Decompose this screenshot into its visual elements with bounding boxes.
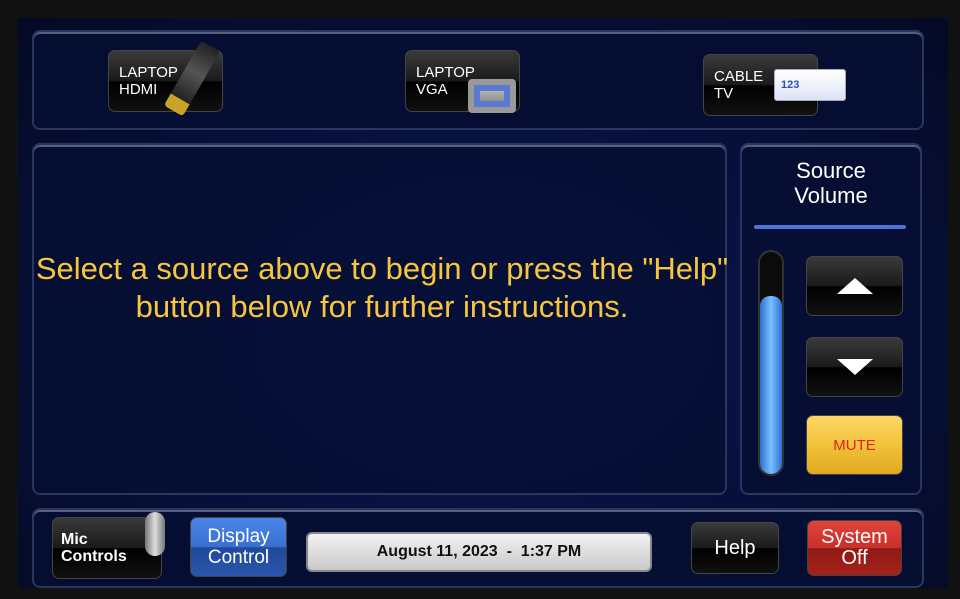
source-laptop-hdmi-button[interactable]: LAPTOP HDMI	[108, 40, 223, 117]
display-control-button[interactable]: Display Control	[190, 517, 287, 577]
volume-level-fill	[760, 296, 782, 474]
mic-controls-label: Mic Controls	[61, 531, 127, 565]
system-off-button[interactable]: System Off	[807, 520, 902, 576]
source-label: CABLE TV	[714, 68, 764, 102]
source-cable-tv-button[interactable]: CABLE TV 123	[703, 54, 846, 116]
source-laptop-vga-button[interactable]: LAPTOP VGA	[405, 50, 520, 113]
volume-up-button[interactable]	[806, 256, 903, 316]
display-control-label: Display Control	[207, 526, 270, 568]
volume-title: Source Volume	[794, 158, 868, 208]
volume-divider	[754, 225, 906, 229]
source-label: LAPTOP HDMI	[119, 64, 178, 98]
instruction-message: Select a source above to begin or press …	[35, 251, 729, 324]
help-button[interactable]: Help	[691, 522, 779, 574]
date-time-text: August 11, 2023 - 1:37 PM	[376, 543, 582, 560]
microphone-icon	[145, 512, 165, 556]
mute-button[interactable]: MUTE	[806, 415, 903, 475]
arrow-up-icon	[836, 278, 873, 294]
date-time-display: August 11, 2023 - 1:37 PM	[306, 532, 652, 572]
help-label: Help	[714, 536, 756, 559]
volume-down-button[interactable]	[806, 337, 903, 397]
source-label: LAPTOP VGA	[416, 64, 475, 98]
cable-box-icon: 123	[774, 69, 846, 101]
vga-cable-icon	[468, 79, 516, 113]
mute-label: MUTE	[833, 436, 876, 454]
mic-controls-button[interactable]: Mic Controls	[52, 512, 165, 579]
arrow-down-icon	[836, 359, 873, 375]
system-off-label: System Off	[821, 526, 888, 569]
volume-slider[interactable]	[758, 250, 784, 476]
